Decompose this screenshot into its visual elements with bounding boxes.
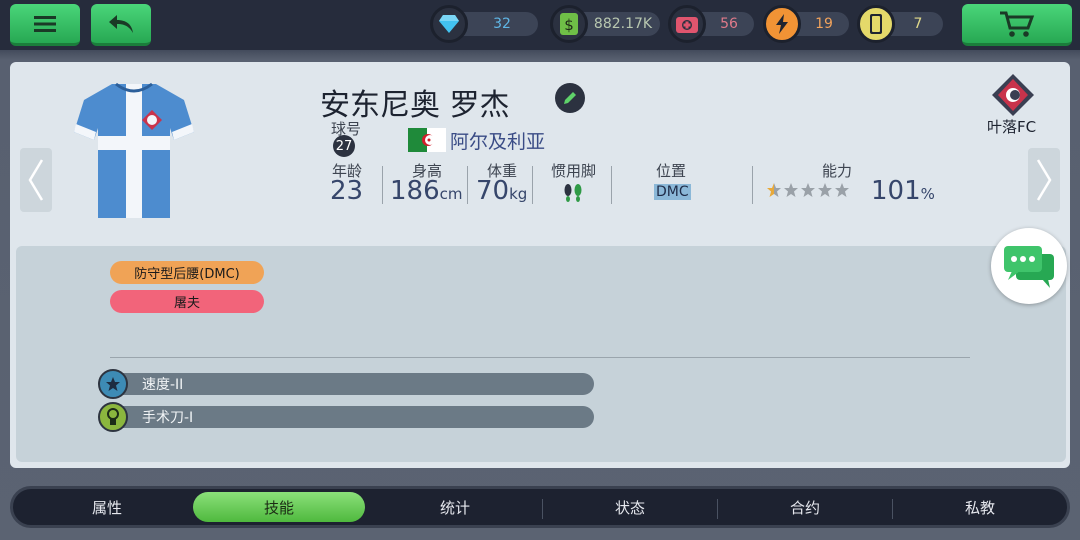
tab-status[interactable]: 状态: [544, 492, 716, 522]
weight-value: 70kg: [476, 176, 527, 206]
algeria-flag-icon: [408, 128, 446, 152]
diamond-count: 32: [493, 16, 511, 32]
svg-text:$: $: [564, 16, 574, 34]
weight-number: 70: [476, 176, 510, 206]
tab-training[interactable]: 私教: [894, 492, 1066, 522]
tab-attributes[interactable]: 属性: [21, 492, 193, 522]
skill-item[interactable]: 手术刀-I: [110, 406, 594, 428]
ability-number: 101: [871, 176, 921, 206]
next-player-button[interactable]: [1028, 148, 1060, 212]
tab-label: 状态: [614, 498, 645, 517]
height-number: 186: [390, 176, 440, 206]
chevron-left-icon: [28, 159, 44, 201]
resource-energy[interactable]: 19: [763, 5, 849, 43]
menu-button[interactable]: [10, 4, 80, 46]
diamond-icon: [430, 5, 468, 43]
boots-icon: [564, 184, 582, 202]
tab-label: 统计: [439, 498, 470, 517]
position-value: DMC: [654, 184, 691, 200]
edit-name-button[interactable]: [555, 83, 585, 113]
tab-label: 合约: [789, 498, 820, 517]
jersey-image: [74, 82, 194, 218]
ability-stars: [766, 182, 850, 198]
back-arrow-icon: [109, 14, 133, 33]
ability-label: 能力: [822, 162, 853, 180]
star-icon: [818, 183, 832, 197]
club-name[interactable]: 叶落FC: [987, 116, 1036, 137]
shop-cart-button[interactable]: [962, 4, 1072, 46]
age-value: 23: [330, 176, 364, 206]
role-tag: 防守型后腰(DMC): [110, 261, 264, 284]
back-button[interactable]: [91, 4, 151, 46]
club-crest-icon[interactable]: [990, 73, 1036, 117]
tab-label: 属性: [91, 498, 122, 517]
divider: [110, 357, 970, 358]
country-name[interactable]: 阿尔及利亚: [450, 127, 545, 154]
foot-label: 惯用脚: [551, 162, 597, 180]
star-icon: [801, 183, 815, 197]
star-icon: [784, 183, 798, 197]
resource-card[interactable]: 7: [857, 5, 943, 43]
resource-medkit[interactable]: 56: [668, 5, 754, 43]
resource-cash[interactable]: 882.17K $: [550, 5, 660, 43]
ability-unit: %: [920, 185, 935, 203]
tab-skills[interactable]: 技能: [193, 492, 365, 522]
tab-label: 私教: [964, 498, 995, 517]
card-icon: [857, 5, 895, 43]
tab-statistics[interactable]: 统计: [369, 492, 541, 522]
skill-label: 速度-II: [142, 377, 184, 393]
tab-contract[interactable]: 合约: [719, 492, 891, 522]
star-icon: [835, 183, 849, 197]
medkit-icon: [668, 5, 706, 43]
position-label: 位置: [656, 162, 687, 180]
chat-icon: [1004, 246, 1054, 288]
chevron-right-icon: [1036, 159, 1052, 201]
resource-diamond[interactable]: 32: [430, 5, 540, 43]
weight-unit: kg: [509, 185, 528, 203]
height-unit: cm: [439, 185, 463, 203]
skill-label: 手术刀-I: [142, 410, 194, 426]
pencil-icon: [564, 92, 576, 104]
role-tag: 屠夫: [110, 290, 264, 313]
cart-icon: [1000, 11, 1035, 37]
money-icon: $: [550, 5, 588, 43]
ability-value: 101%: [871, 176, 935, 206]
tab-bar: 属性 技能 统计 状态 合约 私教: [10, 486, 1070, 528]
number-badge: 27: [333, 135, 355, 157]
tab-label: 技能: [263, 498, 294, 517]
skill-item[interactable]: 速度-II: [110, 373, 594, 395]
lightning-icon: [763, 5, 801, 43]
height-value: 186cm: [390, 176, 463, 206]
star-badge-icon: [98, 369, 128, 399]
top-bar: 32 882.17K $ 56 19 7: [0, 0, 1080, 50]
prev-player-button[interactable]: [20, 148, 52, 212]
chat-button[interactable]: [991, 228, 1067, 304]
menu-icon: [34, 15, 56, 32]
player-number: 27: [335, 138, 353, 154]
medal-badge-icon: [98, 402, 128, 432]
star-icon: [767, 183, 781, 197]
